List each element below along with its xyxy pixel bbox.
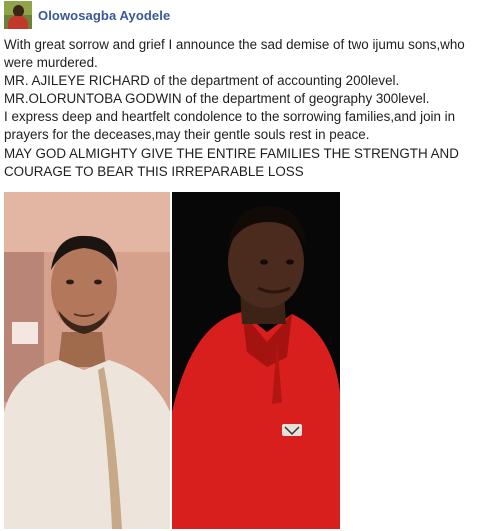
post-body: With great sorrow and grief I announce t… [4, 36, 496, 181]
avatar-body [8, 16, 28, 29]
empty-space [340, 192, 500, 529]
author-avatar[interactable] [4, 1, 32, 29]
author-name-link[interactable]: Olowosagba Ayodele [38, 8, 170, 23]
post-line-2: MR. AJILEYE RICHARD of the department of… [4, 73, 400, 89]
post-header: Olowosagba Ayodele [4, 0, 170, 30]
post-line-4: I express deep and heartfelt condolence … [4, 109, 456, 143]
post-line-5: MAY GOD ALMIGHTY GIVE THE ENTIRE FAMILIE… [4, 145, 459, 179]
photo-richard-illustration [4, 192, 170, 529]
photo-richard[interactable] [4, 192, 170, 529]
photo-godwin-illustration [172, 192, 340, 529]
photo-godwin[interactable] [172, 192, 340, 529]
post-line-1: With great sorrow and grief I announce t… [4, 37, 465, 71]
post-line-3: MR.OLORUNTOBA GODWIN of the department o… [4, 91, 430, 107]
